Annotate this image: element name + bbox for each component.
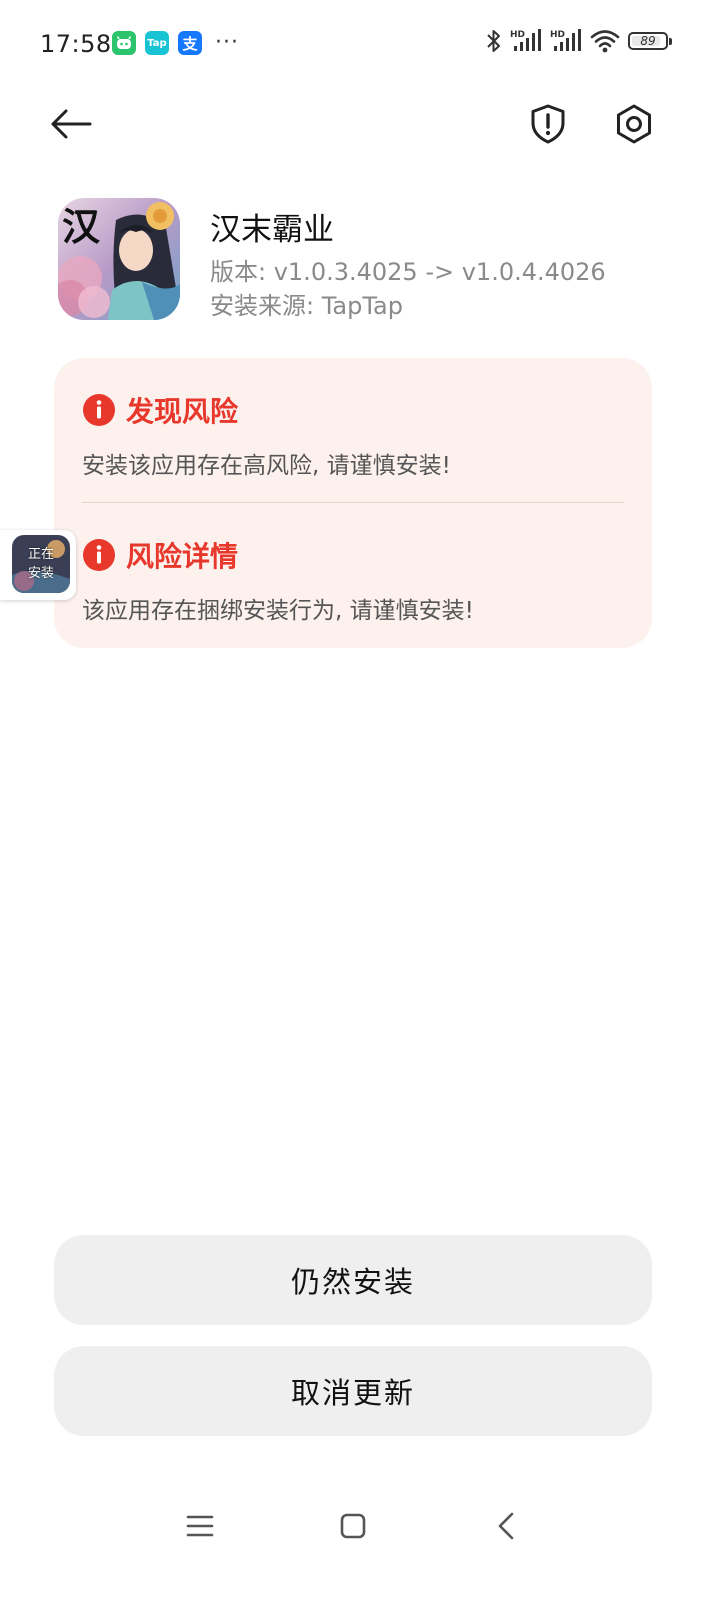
- app-icon-glyph: 汉: [62, 204, 101, 249]
- bluetooth-icon: [487, 30, 500, 52]
- status-right-icons: HD HD 89: [486, 28, 672, 54]
- taptap-icon: Tap: [145, 31, 169, 55]
- app-version: 版本: v1.0.3.4025 -> v1.0.4.4026: [210, 258, 606, 286]
- risk-title: 发现风险: [126, 395, 239, 428]
- home-button[interactable]: [325, 1498, 381, 1554]
- status-time: 17:58: [40, 30, 112, 58]
- recent-apps-button[interactable]: [172, 1498, 228, 1554]
- alert-info-icon: [83, 394, 115, 426]
- installing-label-line2: 安装: [27, 566, 54, 581]
- app-name: 汉末霸业: [210, 212, 334, 248]
- battery-body: 89: [628, 32, 668, 50]
- status-bar: 17:58 Tap 支 ··· HD HD 89: [0, 0, 720, 88]
- install-anyway-button[interactable]: 仍然安装: [54, 1235, 652, 1325]
- navigation-bar: [0, 1490, 720, 1560]
- wifi-icon: [590, 30, 620, 53]
- risk-card: 发现风险 安装该应用存在高风险, 请谨慎安装! 风险详情 该应用存在捆绑安装行为…: [54, 358, 652, 648]
- risk-found-section: 发现风险 安装该应用存在高风险, 请谨慎安装!: [82, 390, 451, 480]
- home-square-icon: [340, 1513, 366, 1539]
- menu-icon: [186, 1515, 214, 1537]
- security-button[interactable]: [520, 96, 576, 152]
- alipay-icon: 支: [178, 31, 202, 55]
- risk-details-title: 风险详情: [126, 540, 239, 573]
- signal-icon-2: HD: [550, 29, 581, 51]
- back-nav-button[interactable]: [478, 1498, 534, 1554]
- installing-label-line1: 正在: [27, 547, 54, 562]
- android-robot-icon: [112, 31, 136, 55]
- notification-icons: Tap 支 ···: [112, 31, 239, 55]
- battery-indicator: 89: [628, 32, 672, 50]
- svg-text:HD: HD: [550, 30, 565, 40]
- risk-details-description: 该应用存在捆绑安装行为, 请谨慎安装!: [82, 598, 474, 624]
- back-button[interactable]: [44, 96, 100, 152]
- chevron-left-icon: [498, 1512, 514, 1540]
- installing-float-badge[interactable]: 正在 安装: [0, 530, 76, 600]
- risk-description: 安装该应用存在高风险, 请谨慎安装!: [82, 453, 451, 479]
- risk-details-section: 风险详情 该应用存在捆绑安装行为, 请谨慎安装!: [82, 535, 474, 625]
- settings-button[interactable]: [606, 96, 662, 152]
- cancel-update-button[interactable]: 取消更新: [54, 1346, 652, 1436]
- alert-info-icon: [83, 539, 115, 571]
- app-icon: 汉: [58, 198, 180, 320]
- shield-alert-icon: [531, 104, 565, 144]
- signal-icon: HD: [510, 29, 541, 51]
- battery-level: 89: [640, 34, 656, 48]
- arrow-left-icon: [51, 109, 92, 139]
- divider: [82, 502, 624, 503]
- settings-icon: [617, 104, 651, 144]
- svg-text:HD: HD: [510, 30, 525, 40]
- install-source: 安装来源: TapTap: [210, 292, 403, 320]
- more-notifications-icon: ···: [215, 30, 239, 55]
